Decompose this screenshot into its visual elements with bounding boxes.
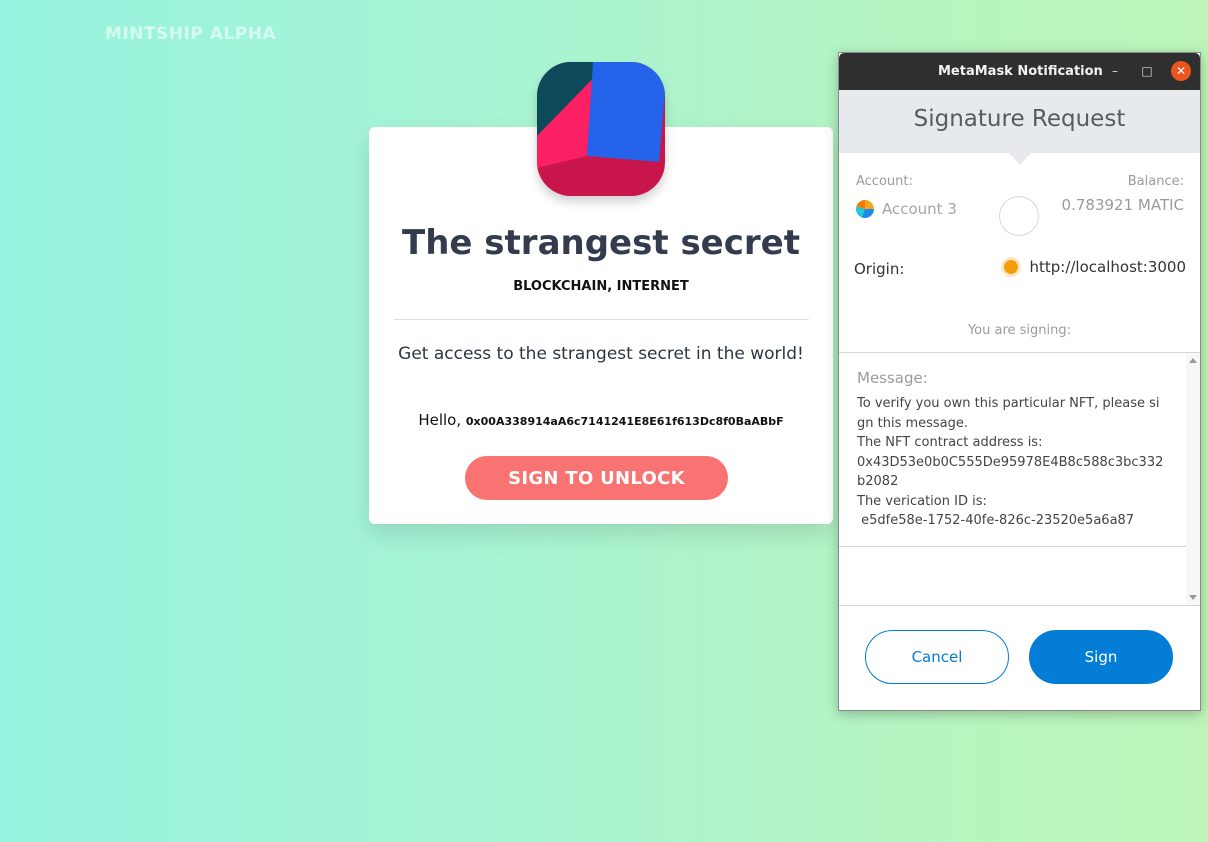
message-body: To verify you own this particular NFT, p… — [857, 396, 1164, 528]
cancel-button[interactable]: Cancel — [865, 630, 1009, 684]
signature-request-title: Signature Request — [913, 106, 1126, 132]
minimize-icon[interactable]: – — [1105, 61, 1125, 81]
hello-prefix: Hello, — [418, 411, 462, 429]
balance-label: Balance: — [1127, 174, 1184, 189]
metamask-window: MetaMask Notification – □ ✕ Signature Re… — [838, 52, 1201, 711]
wallet-address: 0x00A338914aA6c7141241E8E61f613Dc8f0BaAB… — [465, 415, 784, 428]
window-title: MetaMask Notification — [938, 64, 1103, 79]
origin-info: http://localhost:3000 — [1001, 257, 1186, 277]
window-titlebar[interactable]: MetaMask Notification – □ ✕ — [839, 53, 1200, 90]
account-avatar-icon — [856, 200, 874, 218]
card-tags: BLOCKCHAIN, INTERNET — [513, 279, 689, 294]
app-logo-icon — [537, 62, 665, 196]
scroll-down-arrow-icon[interactable] — [1189, 595, 1197, 600]
origin-url: http://localhost:3000 — [1029, 258, 1186, 276]
you-are-signing-text: You are signing: — [967, 323, 1072, 338]
origin-label: Origin: — [854, 260, 905, 278]
sign-to-unlock-button[interactable]: SIGN TO UNLOCK — [465, 456, 728, 500]
balance-value: 0.783921 MATIC — [1061, 196, 1184, 214]
header-notch — [1009, 153, 1031, 165]
close-icon[interactable]: ✕ — [1171, 61, 1191, 81]
maximize-icon[interactable]: □ — [1137, 61, 1157, 81]
scroll-up-arrow-icon[interactable] — [1189, 358, 1197, 363]
sign-button[interactable]: Sign — [1029, 630, 1173, 684]
message-area[interactable]: Message: To verify you own this particul… — [839, 352, 1200, 606]
message-box: Message: To verify you own this particul… — [839, 353, 1186, 547]
message-scrollbar[interactable] — [1186, 353, 1200, 605]
message-label: Message: — [857, 369, 928, 387]
divider — [394, 319, 809, 320]
brand-logo-text[interactable]: MINTSHIP ALPHA — [105, 24, 276, 44]
hello-line: Hello, 0x00A338914aA6c7141241E8E61f613Dc… — [369, 411, 833, 429]
origin-site-icon — [1001, 257, 1022, 277]
card-description: Get access to the strangest secret in th… — [398, 344, 804, 364]
card-title: The strangest secret — [402, 223, 800, 263]
request-icon-circle — [999, 196, 1039, 236]
account-info: Account 3 — [856, 200, 957, 218]
signature-request-header: Signature Request — [839, 90, 1200, 153]
account-name: Account 3 — [882, 200, 957, 218]
account-label: Account: — [856, 174, 913, 189]
